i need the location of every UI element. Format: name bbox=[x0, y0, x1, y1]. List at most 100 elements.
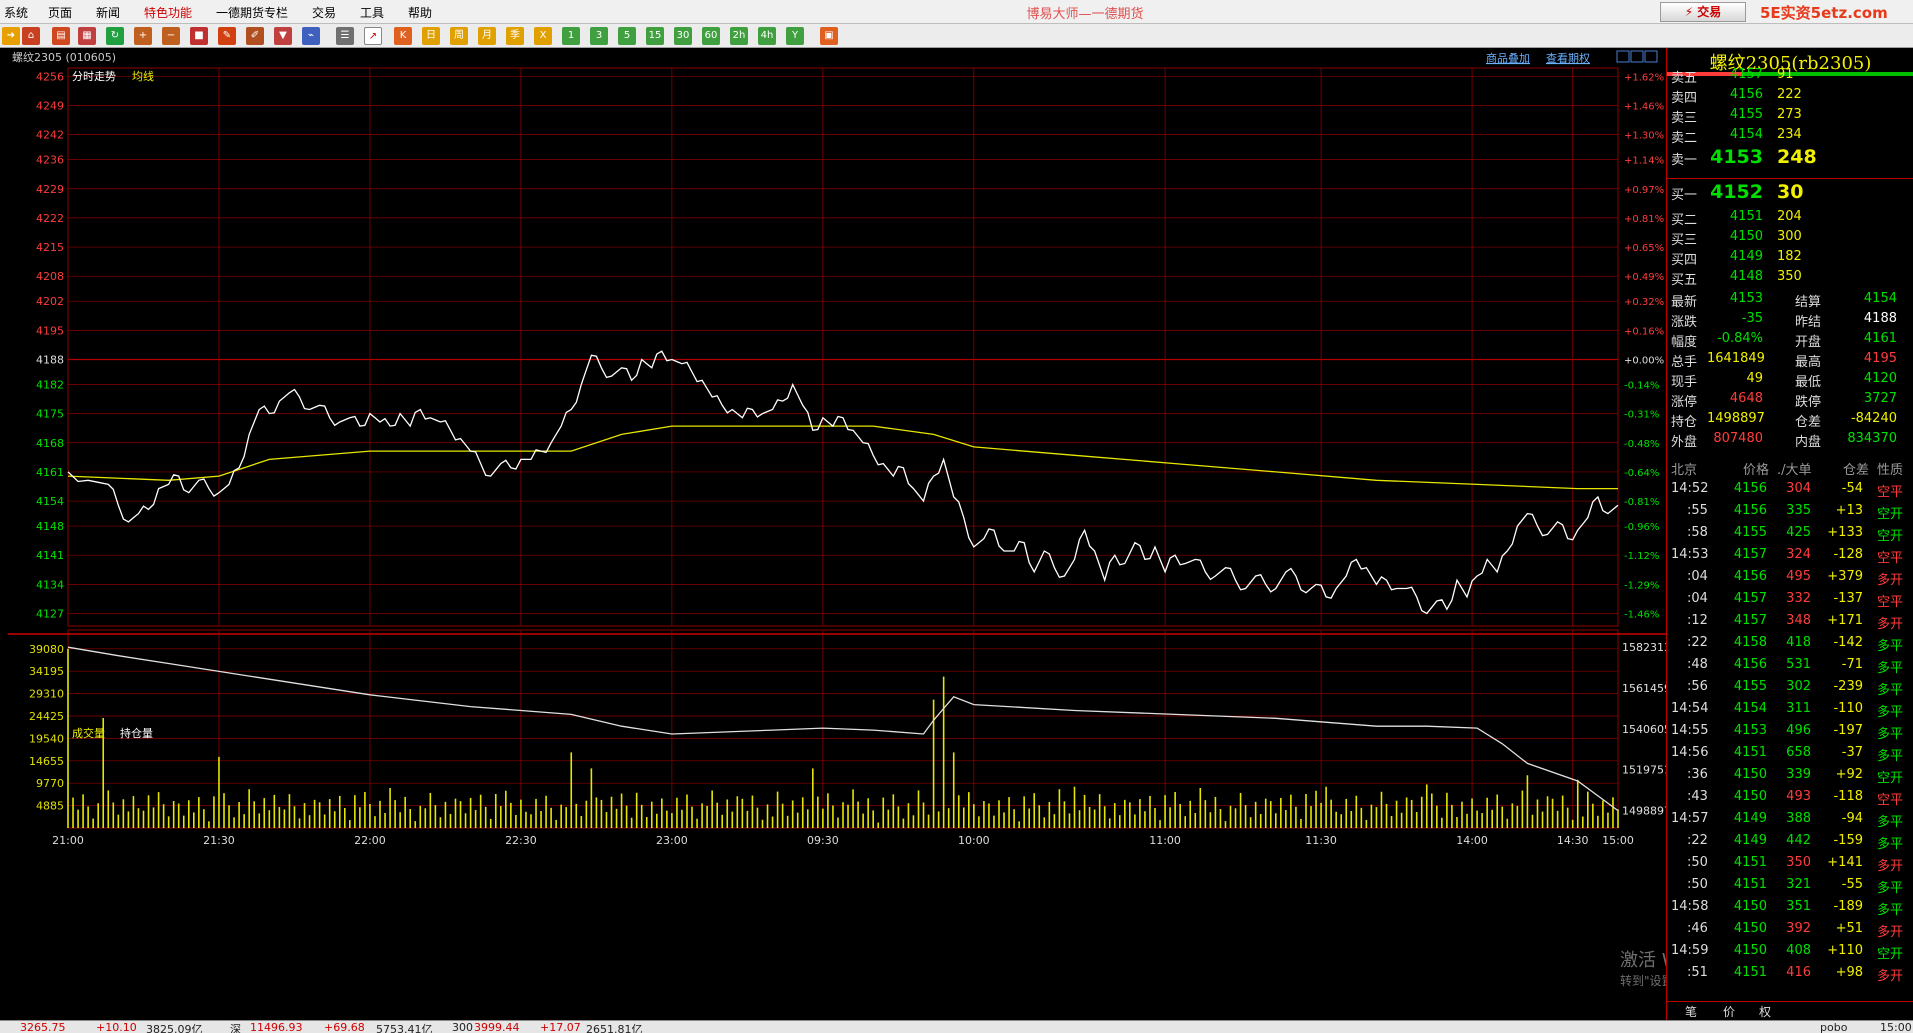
hour4-icon[interactable]: 4h bbox=[758, 27, 776, 45]
tick-row[interactable]: :50 4151 350 +141 多开 bbox=[1671, 854, 1910, 874]
tick-header-nature: 性质 bbox=[1877, 463, 1904, 478]
filter-icon[interactable]: ▼ bbox=[274, 27, 292, 45]
tick-row[interactable]: 14:59 4150 408 +110 空开 bbox=[1671, 942, 1910, 962]
chart-icon[interactable]: ⌁ bbox=[302, 27, 320, 45]
menu-trade[interactable]: 交易 bbox=[312, 4, 336, 21]
tick-row[interactable]: 14:52 4156 304 -54 空平 bbox=[1671, 480, 1910, 500]
min5-icon[interactable]: 5 bbox=[618, 27, 636, 45]
ask-row[interactable]: 卖五 4157 91 bbox=[1671, 66, 1910, 86]
tick-row[interactable]: 14:53 4157 324 -128 空平 bbox=[1671, 546, 1910, 566]
tick-row[interactable]: :04 4156 495 +379 多开 bbox=[1671, 568, 1910, 588]
price-tick-label: 4202 bbox=[36, 295, 64, 308]
tick-row[interactable]: :50 4151 321 -55 多平 bbox=[1671, 876, 1910, 896]
stat-row[interactable]: 涨停 4648 跌停 3727 bbox=[1671, 390, 1910, 410]
stat-row[interactable]: 幅度 -0.84% 开盘 4161 bbox=[1671, 330, 1910, 350]
percent-tick-label: +0.32% bbox=[1624, 297, 1664, 308]
refresh-icon[interactable]: ↻ bbox=[106, 27, 124, 45]
tick-row[interactable]: :22 4149 442 -159 多平 bbox=[1671, 832, 1910, 852]
min30-icon[interactable]: 30 bbox=[674, 27, 692, 45]
tick-nature: 多平 bbox=[1877, 705, 1904, 720]
menu-bar: 系统 页面 新闻 特色功能 一德期货专栏 交易 工具 帮助 博易大师—一德期货 … bbox=[0, 0, 1913, 24]
menu-news[interactable]: 新闻 bbox=[96, 4, 120, 21]
menu-tools[interactable]: 工具 bbox=[360, 4, 384, 21]
zoom-in-icon[interactable]: + bbox=[134, 27, 152, 45]
stat-row[interactable]: 涨跌 -35 昨结 4188 bbox=[1671, 310, 1910, 330]
bid-price: 4148 bbox=[1729, 269, 1763, 284]
options-link[interactable]: 查看期权 bbox=[1546, 51, 1590, 65]
tick-row[interactable]: :36 4150 339 +92 空开 bbox=[1671, 766, 1910, 786]
timeline-icon[interactable]: ↗ bbox=[364, 27, 382, 45]
brush-icon[interactable]: ✐ bbox=[246, 27, 264, 45]
window-icon[interactable]: ■ bbox=[190, 27, 208, 45]
tick-price: 4157 bbox=[1733, 547, 1767, 562]
ask-row[interactable]: 卖二 4154 234 bbox=[1671, 126, 1910, 146]
tab-trades[interactable]: 笔 bbox=[1685, 1003, 1697, 1020]
bid-row[interactable]: 买一 4152 30 bbox=[1671, 181, 1910, 209]
tick-row[interactable]: :48 4156 531 -71 多平 bbox=[1671, 656, 1910, 676]
tab-rights[interactable]: 权 bbox=[1759, 1003, 1771, 1020]
table-icon[interactable]: ☰ bbox=[336, 27, 354, 45]
menu-page[interactable]: 页面 bbox=[48, 4, 72, 21]
min60-icon[interactable]: 60 bbox=[702, 27, 720, 45]
tick-row[interactable]: :58 4155 425 +133 空开 bbox=[1671, 524, 1910, 544]
arrow-icon[interactable]: ➜ bbox=[2, 27, 20, 45]
min3-icon[interactable]: 3 bbox=[590, 27, 608, 45]
week-icon[interactable]: 周 bbox=[450, 27, 468, 45]
overlay-link[interactable]: 商品叠加 bbox=[1486, 51, 1530, 65]
tick-row[interactable]: :43 4150 493 -118 空平 bbox=[1671, 788, 1910, 808]
calc-icon[interactable]: ▣ bbox=[820, 27, 838, 45]
tick-row[interactable]: :51 4151 416 +98 多开 bbox=[1671, 964, 1910, 984]
stat-row[interactable]: 总手 1641849 最高 4195 bbox=[1671, 350, 1910, 370]
stat-row[interactable]: 现手 49 最低 4120 bbox=[1671, 370, 1910, 390]
bid-price: 4150 bbox=[1729, 229, 1763, 244]
home-icon[interactable]: ⌂ bbox=[22, 27, 40, 45]
tick-row[interactable]: 14:55 4153 496 -197 多平 bbox=[1671, 722, 1910, 742]
year-icon[interactable]: Y bbox=[786, 27, 804, 45]
tick-icon[interactable]: X bbox=[534, 27, 552, 45]
stat-row[interactable]: 最新 4153 结算 4154 bbox=[1671, 290, 1910, 310]
ask-row[interactable]: 卖一 4153 248 bbox=[1671, 146, 1910, 174]
pen-icon[interactable]: ✎ bbox=[218, 27, 236, 45]
month-icon[interactable]: 月 bbox=[478, 27, 496, 45]
min1-icon[interactable]: 1 bbox=[562, 27, 580, 45]
chart-area: 螺纹2305 (010605) 商品叠加 查看期权 分时走势 均线 成交量 持仓… bbox=[0, 48, 1666, 1020]
tick-row[interactable]: 14:58 4150 351 -189 多平 bbox=[1671, 898, 1910, 918]
tab-price[interactable]: 价 bbox=[1723, 1003, 1735, 1020]
tick-time: 14:57 bbox=[1671, 811, 1709, 826]
ask-row[interactable]: 卖三 4155 273 bbox=[1671, 106, 1910, 126]
stat-value: 807480 bbox=[1713, 431, 1763, 446]
season-icon[interactable]: 季 bbox=[506, 27, 524, 45]
zoom-out-icon[interactable]: − bbox=[162, 27, 180, 45]
day-icon[interactable]: 日 bbox=[422, 27, 440, 45]
bid-row[interactable]: 买四 4149 182 bbox=[1671, 248, 1910, 268]
kline-icon[interactable]: K bbox=[394, 27, 412, 45]
tick-row[interactable]: :46 4150 392 +51 多开 bbox=[1671, 920, 1910, 940]
tick-row[interactable]: :22 4158 418 -142 多平 bbox=[1671, 634, 1910, 654]
book-icon[interactable]: ▤ bbox=[52, 27, 70, 45]
min15-icon[interactable]: 15 bbox=[646, 27, 664, 45]
tick-row[interactable]: :04 4157 332 -137 空平 bbox=[1671, 590, 1910, 610]
stat-row[interactable]: 持仓 1498897 仓差 -84240 bbox=[1671, 410, 1910, 430]
trade-button[interactable]: ⚡ 交易 bbox=[1660, 2, 1746, 22]
tick-row[interactable]: :12 4157 348 +171 多开 bbox=[1671, 612, 1910, 632]
tick-row[interactable]: 14:54 4154 311 -110 多平 bbox=[1671, 700, 1910, 720]
bid-price: 4151 bbox=[1729, 209, 1763, 224]
tick-time: :36 bbox=[1687, 767, 1708, 782]
ticks-header-row[interactable]: 北京 价格 ./大单 仓差 性质 bbox=[1671, 458, 1910, 478]
bid-row[interactable]: 买三 4150 300 bbox=[1671, 228, 1910, 248]
menu-system[interactable]: 系统 bbox=[4, 4, 28, 21]
menu-column[interactable]: 一德期货专栏 bbox=[216, 4, 288, 21]
hour2-icon[interactable]: 2h bbox=[730, 27, 748, 45]
tick-row[interactable]: :56 4155 302 -239 多平 bbox=[1671, 678, 1910, 698]
menu-special[interactable]: 特色功能 bbox=[144, 4, 192, 21]
tick-row[interactable]: 14:57 4149 388 -94 多平 bbox=[1671, 810, 1910, 830]
stat-row[interactable]: 外盘 807480 内盘 834370 bbox=[1671, 430, 1910, 450]
tick-diff: +133 bbox=[1827, 525, 1863, 540]
bid-row[interactable]: 买五 4148 350 bbox=[1671, 268, 1910, 288]
menu-help[interactable]: 帮助 bbox=[408, 4, 432, 21]
tick-row[interactable]: 14:56 4151 658 -37 多平 bbox=[1671, 744, 1910, 764]
bid-row[interactable]: 买二 4151 204 bbox=[1671, 208, 1910, 228]
tick-row[interactable]: :55 4156 335 +13 空开 bbox=[1671, 502, 1910, 522]
grid-icon[interactable]: ▦ bbox=[78, 27, 96, 45]
ask-row[interactable]: 卖四 4156 222 bbox=[1671, 86, 1910, 106]
